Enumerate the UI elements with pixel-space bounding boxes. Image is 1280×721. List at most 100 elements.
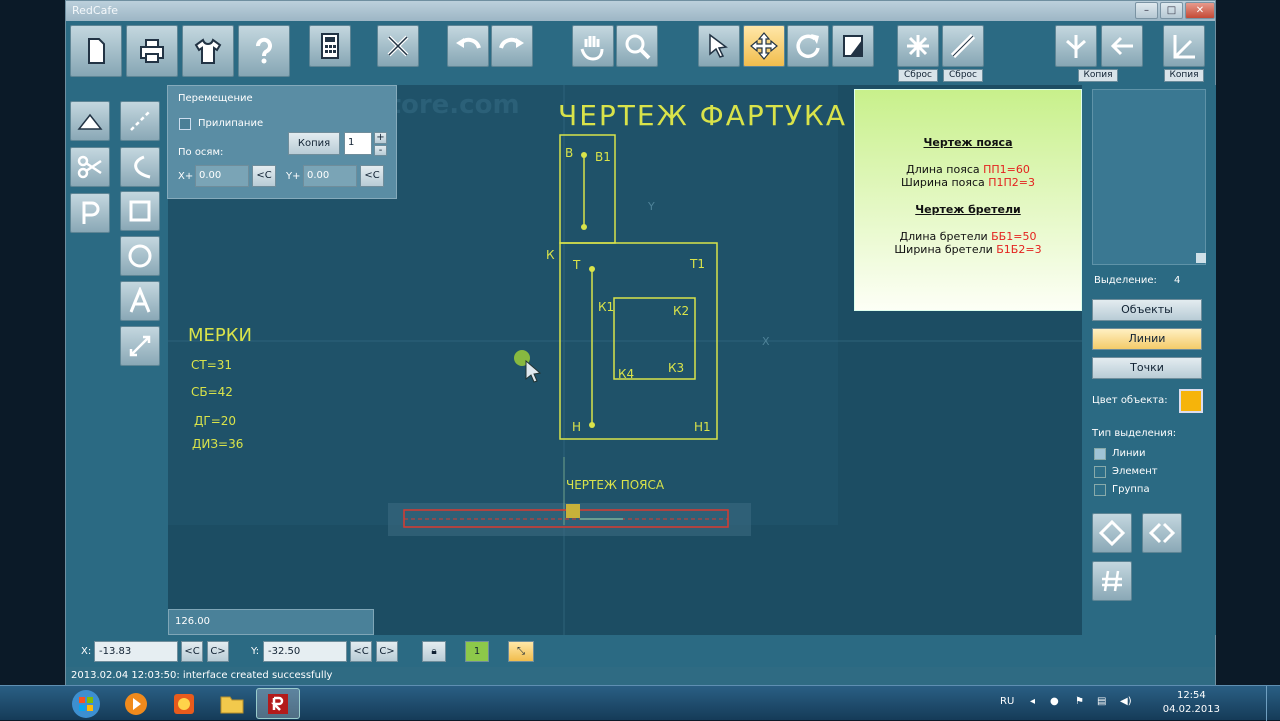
undo-button[interactable] xyxy=(447,25,489,67)
angle-button[interactable] xyxy=(1163,25,1205,67)
belt-label: ЧЕРТЕЖ ПОЯСА xyxy=(566,478,665,492)
garment-button[interactable] xyxy=(182,25,234,77)
lines-button[interactable]: Линии xyxy=(1092,328,1202,350)
mirror-button[interactable] xyxy=(832,25,874,67)
lines-option-checkbox[interactable] xyxy=(1094,448,1106,460)
x-coord-input[interactable]: -13.83 xyxy=(94,641,178,662)
preview-area[interactable] xyxy=(1092,89,1206,265)
x-offset-input[interactable]: 0.00 xyxy=(195,165,249,187)
strap-width-value: Б1Б2=3 xyxy=(996,243,1042,256)
layer-button[interactable]: 1 xyxy=(465,641,489,662)
x-offset-label: X+ xyxy=(178,171,194,182)
scissors-icon xyxy=(77,155,102,179)
triangle-tool[interactable] xyxy=(70,101,110,141)
copy-label-button[interactable]: Копия xyxy=(1078,69,1118,82)
selection-count: 4 xyxy=(1174,275,1181,286)
shape-tool-1[interactable] xyxy=(1092,513,1132,553)
text-tool[interactable] xyxy=(120,281,160,321)
start-button[interactable] xyxy=(62,688,110,719)
redo-button[interactable] xyxy=(491,25,533,67)
reset-tool1-button[interactable] xyxy=(897,25,939,67)
copy2-label-button[interactable]: Копия xyxy=(1164,69,1204,82)
ruler-button[interactable] xyxy=(942,25,984,67)
point-label-k1: К1 xyxy=(598,300,614,314)
group-option-checkbox[interactable] xyxy=(1094,484,1106,496)
pan-button[interactable] xyxy=(572,25,614,67)
line-tool[interactable] xyxy=(120,101,160,141)
clock[interactable]: 12:54 04.02.2013 xyxy=(1163,689,1220,717)
copy-arrow-button[interactable] xyxy=(1101,25,1143,67)
preview-scroll-handle[interactable] xyxy=(1196,253,1206,263)
new-document-button[interactable] xyxy=(70,25,122,77)
pattern-tool[interactable] xyxy=(70,193,110,233)
belt-length-label: Длина пояса xyxy=(906,163,984,176)
minimize-button[interactable]: – xyxy=(1135,2,1158,19)
delete-button[interactable] xyxy=(377,25,419,67)
print-button[interactable] xyxy=(126,25,178,77)
main-toolbar: Сброс Сброс Копия Копия xyxy=(66,21,1215,85)
printer-icon xyxy=(140,39,164,63)
network-icon[interactable]: ▤ xyxy=(1097,696,1106,707)
maximize-button[interactable]: □ xyxy=(1160,2,1183,19)
language-indicator[interactable]: RU xyxy=(1000,696,1014,707)
volume-icon[interactable]: ◀) xyxy=(1120,696,1132,707)
snap-axis-button[interactable]: ⤡ xyxy=(508,641,534,662)
scissors-cross-icon xyxy=(387,35,409,57)
x-prev-button[interactable]: <C xyxy=(181,641,203,662)
tray-chevron-icon[interactable]: ◂ xyxy=(1030,696,1035,707)
reset2-button[interactable]: Сброс xyxy=(943,69,983,82)
move-button[interactable] xyxy=(743,25,785,67)
objects-button[interactable]: Объекты xyxy=(1092,299,1202,321)
media-player-taskbar[interactable] xyxy=(114,688,158,719)
points-button[interactable]: Точки xyxy=(1092,357,1202,379)
lock-button[interactable]: 🔒︎ xyxy=(422,641,446,662)
select-button[interactable] xyxy=(698,25,740,67)
x-reset-button[interactable]: <C xyxy=(252,165,276,187)
reset1-button[interactable]: Сброс xyxy=(898,69,938,82)
rotate-button[interactable] xyxy=(787,25,829,67)
decrement-button[interactable]: - xyxy=(374,145,387,156)
close-button[interactable]: ✕ xyxy=(1185,2,1215,19)
strap-width-row: Ширина бретели Б1Б2=3 xyxy=(855,243,1081,256)
tray-app-icon[interactable]: ● xyxy=(1050,696,1059,707)
copy-button[interactable]: Копия xyxy=(288,132,340,155)
shape-tool-2[interactable] xyxy=(1142,513,1182,553)
windows-logo-icon xyxy=(72,689,100,718)
y-reset-button[interactable]: <C xyxy=(360,165,384,187)
snap-checkbox[interactable] xyxy=(179,118,191,130)
curve-tool[interactable] xyxy=(120,147,160,187)
move-panel-title: Перемещение xyxy=(178,93,253,104)
group-option-label: Группа xyxy=(1112,484,1150,495)
y-next-button[interactable]: C> xyxy=(376,641,398,662)
explorer-taskbar[interactable] xyxy=(210,688,254,719)
y-offset-input[interactable]: 0.00 xyxy=(303,165,357,187)
object-color-swatch[interactable] xyxy=(1179,389,1203,413)
snap-label: Прилипание xyxy=(198,118,264,129)
point-label-t: Т xyxy=(572,258,581,272)
show-desktop-button[interactable] xyxy=(1266,686,1280,721)
flag-icon[interactable]: ⚑ xyxy=(1075,696,1084,707)
mirror-icon xyxy=(843,35,863,57)
zoom-button[interactable] xyxy=(616,25,658,67)
element-option-checkbox[interactable] xyxy=(1094,466,1106,478)
app2-taskbar[interactable] xyxy=(162,688,206,719)
copy-count-input[interactable]: 1 xyxy=(344,132,372,155)
calculator-button[interactable] xyxy=(309,25,351,67)
strap-length-value: ББ1=50 xyxy=(991,230,1037,243)
rectangle-tool[interactable] xyxy=(120,191,160,231)
circle-tool[interactable] xyxy=(120,236,160,276)
y-coord-input[interactable]: -32.50 xyxy=(263,641,347,662)
help-button[interactable] xyxy=(238,25,290,77)
redcafe-taskbar[interactable] xyxy=(256,688,300,719)
x-next-button[interactable]: C> xyxy=(207,641,229,662)
y-prev-button[interactable]: <C xyxy=(350,641,372,662)
fork-icon xyxy=(1066,35,1086,58)
cut-tool[interactable] xyxy=(70,147,110,187)
copy-tool-button[interactable] xyxy=(1055,25,1097,67)
measure-tool[interactable] xyxy=(120,326,160,366)
belt-length-row: Длина пояса ПП1=60 xyxy=(855,163,1081,176)
shape-tool-3[interactable] xyxy=(1092,561,1132,601)
ruler-icon xyxy=(950,33,976,59)
increment-button[interactable]: + xyxy=(374,132,387,144)
curve-icon xyxy=(134,155,151,179)
